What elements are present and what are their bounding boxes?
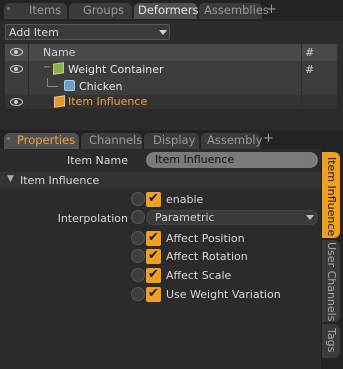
collapse-toggle-icon[interactable]: − xyxy=(43,62,51,73)
list-item[interactable]: Item Influence xyxy=(5,95,337,109)
affect-scale-label: Affect Scale xyxy=(166,269,232,282)
side-tab-tags[interactable]: Tags xyxy=(322,324,340,358)
list-item-label: Chicken xyxy=(79,80,123,93)
list-item-label: Item Influence xyxy=(68,95,148,108)
top-tab-bar: Items Groups Deformers Assemblies + xyxy=(0,0,343,21)
list-item[interactable]: Chicken xyxy=(5,78,337,95)
checkmark-icon: ✔ xyxy=(146,268,161,283)
use-weight-variation-toggle[interactable]: ✔ xyxy=(131,287,164,302)
affect-position-toggle[interactable]: ✔ xyxy=(131,231,164,246)
list-empty-area xyxy=(5,109,337,126)
affect-rotation-toggle[interactable]: ✔ xyxy=(131,249,164,264)
affect-position-label: Affect Position xyxy=(166,232,245,245)
add-tab-button[interactable]: + xyxy=(263,131,274,146)
column-header-name[interactable]: Name xyxy=(43,46,75,59)
tab-display-label: Display xyxy=(153,133,196,147)
enable-label: enable xyxy=(166,193,204,206)
checkmark-icon: ✔ xyxy=(146,231,161,246)
tab-deformers[interactable]: Deformers xyxy=(134,3,199,19)
interpolation-radio[interactable] xyxy=(131,210,145,224)
chevron-down-icon xyxy=(159,30,167,35)
list-item-label: Weight Container xyxy=(68,63,164,76)
tab-properties[interactable]: Properties xyxy=(4,133,79,149)
tab-grip-icon xyxy=(7,137,10,140)
mesh-icon xyxy=(64,80,75,91)
tab-assembly-label: Assembly xyxy=(207,133,263,147)
affect-rotation-label: Affect Rotation xyxy=(166,250,248,263)
deformer-icon xyxy=(54,95,65,108)
tab-assemblies[interactable]: Assemblies xyxy=(199,3,269,19)
checkmark-icon: ✔ xyxy=(146,287,161,302)
item-name-field[interactable]: Item Influence xyxy=(146,152,318,168)
column-header-hash[interactable]: # xyxy=(305,46,314,59)
side-tab-user-channels[interactable]: User Channels xyxy=(322,240,340,322)
tab-groups-label: Groups xyxy=(83,3,125,17)
section-header[interactable]: ▼ Item Influence xyxy=(0,172,321,189)
tab-channels-label: Channels xyxy=(89,133,143,147)
container-icon xyxy=(53,62,64,75)
visibility-eye-icon[interactable] xyxy=(10,98,23,106)
side-tab-label: Item Influence xyxy=(325,157,338,237)
properties-tab-bar: Properties Channels Display Assembly + xyxy=(0,130,343,149)
radio-off-icon xyxy=(131,287,145,301)
interpolation-select[interactable]: Parametric xyxy=(146,210,318,225)
collapse-arrow-icon: ▼ xyxy=(7,174,14,184)
affect-scale-toggle[interactable]: ✔ xyxy=(131,268,164,283)
side-tab-label: User Channels xyxy=(325,242,338,322)
section-title: Item Influence xyxy=(20,174,100,187)
use-weight-variation-label: Use Weight Variation xyxy=(166,288,281,301)
tab-groups[interactable]: Groups xyxy=(69,3,132,19)
properties-panel: Item Name Item Influence ▼ Item Influenc… xyxy=(0,149,321,369)
tab-channels[interactable]: Channels xyxy=(81,133,142,149)
visibility-eye-icon[interactable] xyxy=(10,48,23,56)
add-item-dropdown[interactable]: Add Item xyxy=(5,24,170,40)
tab-display[interactable]: Display xyxy=(144,133,199,149)
tab-items-label: Items xyxy=(29,3,62,17)
radio-off-icon xyxy=(131,231,145,245)
tab-grip-icon xyxy=(7,7,10,10)
add-tab-button[interactable]: + xyxy=(266,2,277,17)
chevron-down-icon xyxy=(306,215,314,220)
item-name-label: Item Name xyxy=(67,154,128,167)
radio-off-icon xyxy=(131,249,145,263)
radio-off-icon xyxy=(131,192,145,206)
tab-items[interactable]: Items xyxy=(4,3,67,19)
enable-toggle[interactable]: ✔ xyxy=(131,192,164,207)
tab-deformers-label: Deformers xyxy=(138,3,199,17)
list-header: Name # xyxy=(5,44,337,61)
checkmark-icon: ✔ xyxy=(146,192,161,207)
side-tab-label: Tags xyxy=(325,328,338,353)
tab-properties-label: Properties xyxy=(17,133,76,147)
list-item-hash: # xyxy=(305,63,315,76)
add-item-label: Add Item xyxy=(9,26,59,39)
tab-assembly[interactable]: Assembly xyxy=(201,133,263,149)
side-tab-item-influence[interactable]: Item Influence xyxy=(322,152,340,238)
tab-assemblies-label: Assemblies xyxy=(204,3,269,17)
list-item[interactable]: − Weight Container # xyxy=(5,61,337,78)
radio-off-icon xyxy=(131,268,145,282)
visibility-eye-icon[interactable] xyxy=(10,65,23,73)
checkmark-icon: ✔ xyxy=(146,249,161,264)
interpolation-value: Parametric xyxy=(155,211,215,224)
interpolation-label: Interpolation xyxy=(57,212,128,225)
